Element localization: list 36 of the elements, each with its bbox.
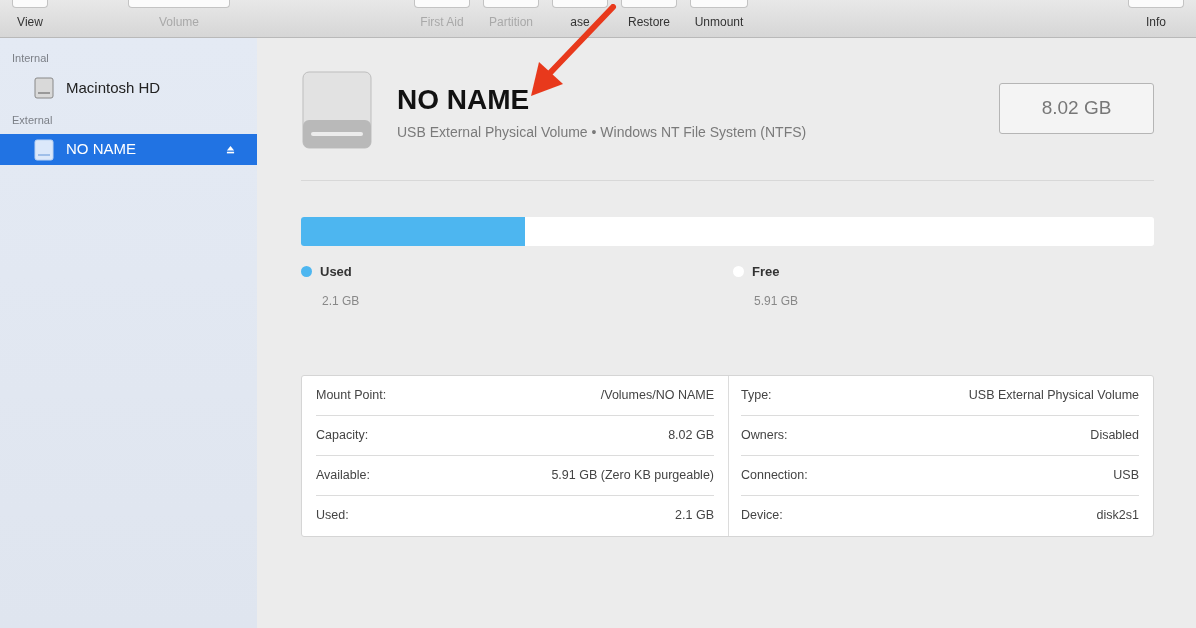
info-label: Connection: xyxy=(741,466,808,484)
drive-icon xyxy=(34,77,54,99)
info-label: Owners: xyxy=(741,426,788,444)
toolbar-button[interactable]: Unmount xyxy=(690,0,748,31)
volume-description: USB External Physical Volume • Windows NT File System (NTFS) xyxy=(397,123,807,142)
section-heading: External xyxy=(11,112,54,128)
info-value: /Volumes/NO NAME xyxy=(600,386,714,404)
section-heading: Internal xyxy=(11,51,50,66)
toolbar-button[interactable]: View xyxy=(12,0,48,31)
sidebar-item[interactable]: Macintosh HD xyxy=(0,72,257,104)
legend-value: 5.91 GB xyxy=(753,292,799,310)
toolbar-button[interactable]: ase xyxy=(552,0,608,31)
capacity-badge: 8.02 GB xyxy=(999,83,1154,134)
info-value: USB xyxy=(1113,466,1139,484)
legend-label: Used xyxy=(320,263,352,281)
toolbar-button[interactable]: Restore xyxy=(621,0,677,31)
info-value: USB External Physical Volume xyxy=(968,386,1139,404)
info-value: 8.02 GB xyxy=(668,426,714,444)
legend-value: 2.1 GB xyxy=(321,292,361,310)
info-label: Used: xyxy=(316,507,349,525)
info-label: Mount Point: xyxy=(316,386,387,404)
info-label: Available: xyxy=(316,466,370,484)
info-value: 5.91 GB (Zero KB purgeable) xyxy=(551,466,714,484)
drive-icon xyxy=(301,70,373,150)
info-value: 2.1 GB xyxy=(675,507,714,525)
sidebar-item[interactable]: NO NAME xyxy=(0,134,257,165)
info-label: Type: xyxy=(741,386,772,404)
toolbar-button[interactable]: Info xyxy=(1128,0,1184,31)
drive-icon xyxy=(34,138,54,161)
info-label: Capacity: xyxy=(316,426,369,444)
volume-name: NO NAME xyxy=(397,86,531,114)
info-label: Device: xyxy=(741,507,783,525)
info-value: Disabled xyxy=(1090,426,1139,444)
legend-label: Free xyxy=(752,263,780,281)
info-value: disk2s1 xyxy=(1096,507,1139,525)
eject-icon[interactable] xyxy=(226,145,235,154)
